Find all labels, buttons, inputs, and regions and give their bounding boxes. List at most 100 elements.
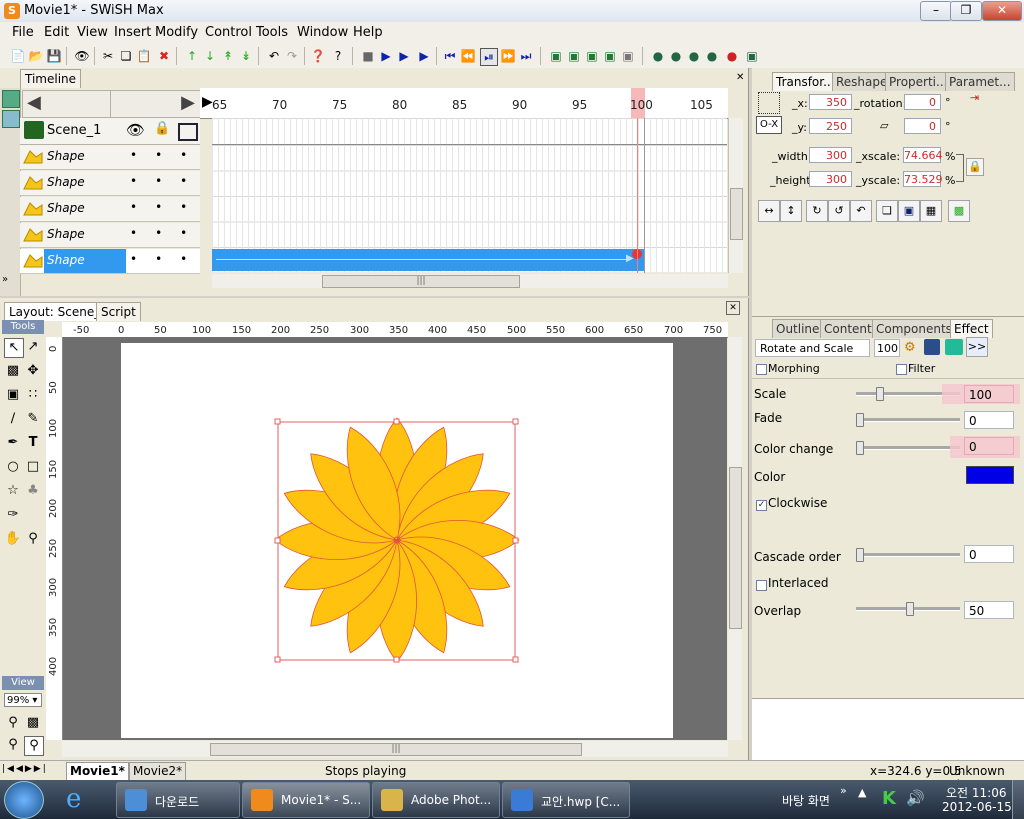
tab-properties[interactable]: Properti... xyxy=(885,72,952,91)
bring-front-icon[interactable]: ↟ xyxy=(220,48,236,64)
cascade-slider[interactable] xyxy=(856,548,960,562)
taskbar-item-swish[interactable]: Movie1* - S... xyxy=(242,782,370,818)
layer-toggles[interactable]: ••• xyxy=(130,200,205,214)
layer-row[interactable]: Shape ••• xyxy=(20,145,200,170)
layer-row[interactable]: Shape ••• xyxy=(20,171,200,196)
taskbar-item-downloads[interactable]: 다운로드 xyxy=(116,782,240,818)
timeline-forward-button[interactable]: ▶ xyxy=(110,90,202,118)
send-back-icon[interactable]: ↡ xyxy=(238,48,254,64)
interlaced-checkbox[interactable] xyxy=(756,580,767,591)
scale-slider-thumb[interactable] xyxy=(876,387,884,401)
rectangle-tool-icon[interactable]: □ xyxy=(24,458,42,476)
pencil-tool-icon[interactable]: ✎ xyxy=(24,410,42,428)
visibility-eye-icon[interactable]: 👁 xyxy=(126,121,145,139)
yscale-field[interactable]: 73.529 xyxy=(903,171,943,187)
anchor-grid-icon[interactable] xyxy=(758,92,780,114)
toolbar-chevron-icon[interactable]: » xyxy=(840,784,847,797)
autoshape-tool-icon[interactable]: ♣ xyxy=(24,482,42,500)
timeline-add-icon[interactable] xyxy=(2,90,20,108)
canvas-vscroll[interactable] xyxy=(728,337,742,740)
skew-field[interactable]: 0 xyxy=(904,118,941,134)
fit-icon[interactable]: ▣ xyxy=(898,200,920,222)
insert-button-icon[interactable]: ▣ xyxy=(584,48,600,64)
menu-file[interactable]: File xyxy=(12,25,34,40)
text-tool-icon[interactable]: T xyxy=(24,434,42,452)
taskbar-item-photoshop[interactable]: Adobe Phot... xyxy=(372,782,500,818)
clock-date[interactable]: 2012-06-15 xyxy=(942,800,1012,814)
flip-v-icon[interactable]: ↕ xyxy=(780,200,802,222)
close-button[interactable]: ✕ xyxy=(982,1,1022,21)
minimize-button[interactable]: – xyxy=(920,1,952,21)
zoom-selection-icon[interactable]: ⚲ xyxy=(4,736,22,754)
layer-toggles[interactable]: ••• xyxy=(130,148,205,162)
menu-modify[interactable]: Modify xyxy=(155,25,198,40)
play-effect-icon[interactable]: ▶ xyxy=(416,48,432,64)
cut-icon[interactable]: ✂ xyxy=(100,48,116,64)
play-timeline-icon[interactable]: ▶ xyxy=(396,48,412,64)
new-icon[interactable]: 📄 xyxy=(10,48,26,64)
redo-icon[interactable]: ↷ xyxy=(284,48,300,64)
move-down-icon[interactable]: ↓ xyxy=(202,48,218,64)
effect-settings-icon[interactable]: ⚙ xyxy=(904,340,916,355)
color-swatch[interactable] xyxy=(966,466,1014,484)
help-icon[interactable]: ❓ xyxy=(310,48,326,64)
grid-icon[interactable]: ▦ xyxy=(920,200,942,222)
overlap-thumb[interactable] xyxy=(906,602,914,616)
paste-icon[interactable]: 📋 xyxy=(136,48,152,64)
insert-scene-icon[interactable]: ▣ xyxy=(548,48,564,64)
delete-icon[interactable]: ✖ xyxy=(156,48,172,64)
more-button[interactable]: >> xyxy=(966,337,988,357)
clock-time[interactable]: 오전 11:06 xyxy=(946,784,1006,801)
pen-tool-icon[interactable]: ✒ xyxy=(4,434,22,452)
effect-icon-6[interactable]: ▣ xyxy=(744,48,760,64)
layer-toggles[interactable]: ••• xyxy=(130,226,205,240)
undo-icon[interactable]: ↶ xyxy=(266,48,282,64)
scene-nav-icons[interactable]: |◀◀▶▶| xyxy=(2,764,48,774)
ie-icon[interactable]: e xyxy=(66,784,81,814)
script-tab[interactable]: Script xyxy=(96,302,141,321)
layout-close-icon[interactable]: ✕ xyxy=(726,301,740,315)
layer-row-selected[interactable]: Shape ••• xyxy=(20,249,200,274)
effect-icon-4[interactable]: ● xyxy=(704,48,720,64)
zoom-in-icon[interactable]: ⚲ xyxy=(4,714,22,732)
maximize-button[interactable]: ❐ xyxy=(950,1,982,21)
color-change-thumb[interactable] xyxy=(856,441,864,455)
tab-content[interactable]: Content xyxy=(820,319,876,338)
morphing-checkbox[interactable] xyxy=(756,364,767,375)
clockwise-checkbox[interactable]: ✓ xyxy=(756,500,767,511)
tab-reshape[interactable]: Reshape xyxy=(832,72,892,91)
filter-checkbox[interactable] xyxy=(896,364,907,375)
timeline-hscroll[interactable]: ||| xyxy=(212,274,728,288)
insert-text-icon[interactable]: ▣ xyxy=(566,48,582,64)
preview-icon[interactable]: 👁 xyxy=(74,48,90,64)
tray-app-icon[interactable]: K xyxy=(882,788,896,809)
tab-components[interactable]: Components xyxy=(872,319,956,338)
tray-expand-icon[interactable]: ▲ xyxy=(858,786,866,799)
line-tool-icon[interactable]: ∕ xyxy=(4,410,22,428)
tab-parameters[interactable]: Paramet... xyxy=(945,72,1015,91)
effect-icon-2[interactable]: ● xyxy=(668,48,684,64)
overlap-field[interactable]: 50 xyxy=(964,601,1014,619)
menu-insert[interactable]: Insert xyxy=(114,25,151,40)
layer-row[interactable]: Shape ••• xyxy=(20,223,200,248)
show-desktop-button[interactable] xyxy=(1012,780,1024,819)
next-frame-icon[interactable]: ⏩ xyxy=(500,48,516,64)
last-frame-icon[interactable]: ⏭ xyxy=(518,48,534,64)
rotate-90-icon[interactable]: ↻ xyxy=(806,200,828,222)
layer-row[interactable]: Shape ••• xyxy=(20,197,200,222)
scene-row[interactable]: Scene_1 👁 🔒 xyxy=(20,118,200,145)
tab-outline[interactable]: Outline xyxy=(772,319,824,338)
first-frame-icon[interactable]: ⏮ xyxy=(442,48,458,64)
start-button[interactable] xyxy=(4,781,44,819)
timeline-back-button[interactable]: ◀ xyxy=(22,90,112,118)
effect-icon-3[interactable]: ● xyxy=(686,48,702,64)
open-icon[interactable]: 📂 xyxy=(28,48,44,64)
hand-tool-icon[interactable]: ✋ xyxy=(4,530,22,548)
layer-toggles[interactable]: ••• xyxy=(130,252,205,266)
zoom-select[interactable]: 99% ▾ xyxy=(4,693,42,707)
save-effect-icon[interactable] xyxy=(924,339,940,355)
play-icon[interactable]: ▶ xyxy=(378,48,394,64)
tab-transform[interactable]: Transfor... xyxy=(772,72,839,91)
desktop-toolbar[interactable]: 바탕 화면 xyxy=(782,792,830,809)
rotation-field[interactable]: 0 xyxy=(904,94,941,110)
